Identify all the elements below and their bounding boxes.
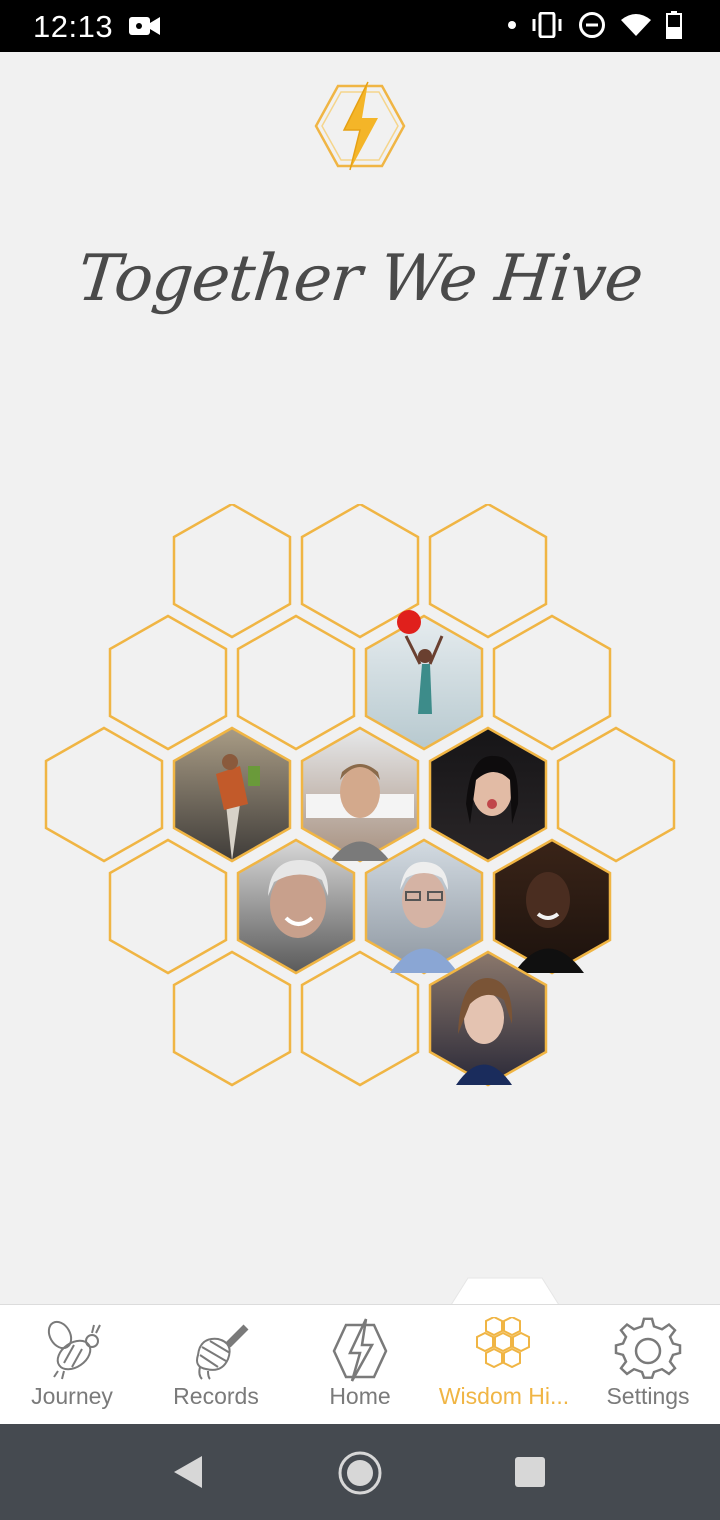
vibrate-icon (532, 12, 562, 38)
wisdom-hive-grid (44, 504, 676, 1087)
tab-home-label: Home (329, 1383, 391, 1409)
honey-dipper-icon (196, 1324, 249, 1380)
battery-icon (666, 11, 682, 39)
wifi-icon (621, 14, 651, 36)
hive-cell-empty[interactable] (108, 614, 228, 751)
bolt-hexagon-icon (332, 1318, 388, 1382)
tab-settings-label: Settings (606, 1383, 690, 1409)
wisdom-hive-screen: Together We Hive (0, 52, 720, 1304)
home-circle-icon[interactable] (337, 1450, 383, 1496)
do-not-disturb-icon (579, 12, 605, 38)
hive-cell-empty[interactable] (236, 614, 356, 751)
boy-running-photo[interactable] (172, 726, 292, 863)
tab-wisdom-hive[interactable]: Wisdom Hi... (432, 1305, 576, 1425)
hive-cell-empty[interactable] (44, 726, 164, 863)
tab-settings[interactable]: Settings (576, 1305, 720, 1425)
system-nav-bar (0, 1424, 720, 1520)
hive-cell-empty[interactable] (172, 504, 292, 639)
tagline: Together We Hive (74, 242, 646, 316)
app-logo-bolt-icon (314, 81, 406, 171)
woman-dark-hair-photo[interactable] (428, 726, 548, 863)
hive-cell-empty[interactable] (172, 950, 292, 1087)
tab-records-label: Records (173, 1383, 259, 1409)
gear-icon (614, 1317, 682, 1379)
smiling-man-photo[interactable] (492, 838, 612, 975)
tab-journey-label: Journey (31, 1383, 113, 1409)
hive-cell-empty[interactable] (556, 726, 676, 863)
tab-wisdom-hive-label: Wisdom Hi... (438, 1383, 570, 1409)
girl-jumping-photo[interactable] (364, 610, 484, 751)
recents-square-icon[interactable] (514, 1456, 546, 1488)
tab-home[interactable]: Home (288, 1305, 432, 1425)
back-icon[interactable] (172, 1454, 204, 1490)
hive-cell-empty[interactable] (492, 614, 612, 751)
status-time: 12:13 (33, 9, 114, 44)
hive-cell-empty[interactable] (428, 504, 548, 639)
hive-cell-empty[interactable] (108, 838, 228, 975)
status-bar: 12:13 (0, 0, 720, 52)
bee-icon (47, 1320, 101, 1380)
tab-journey[interactable]: Journey (0, 1305, 144, 1425)
young-man-photo[interactable] (300, 726, 420, 863)
hive-cell-empty[interactable] (173, 534, 291, 604)
tab-records[interactable]: Records (144, 1305, 288, 1425)
video-camera-icon (129, 17, 160, 35)
honeycomb-icon (476, 1317, 530, 1369)
notification-dot-icon (508, 21, 516, 29)
bottom-tab-bar: Journey Records Home Wisdom Hi... Settin… (0, 1304, 720, 1425)
